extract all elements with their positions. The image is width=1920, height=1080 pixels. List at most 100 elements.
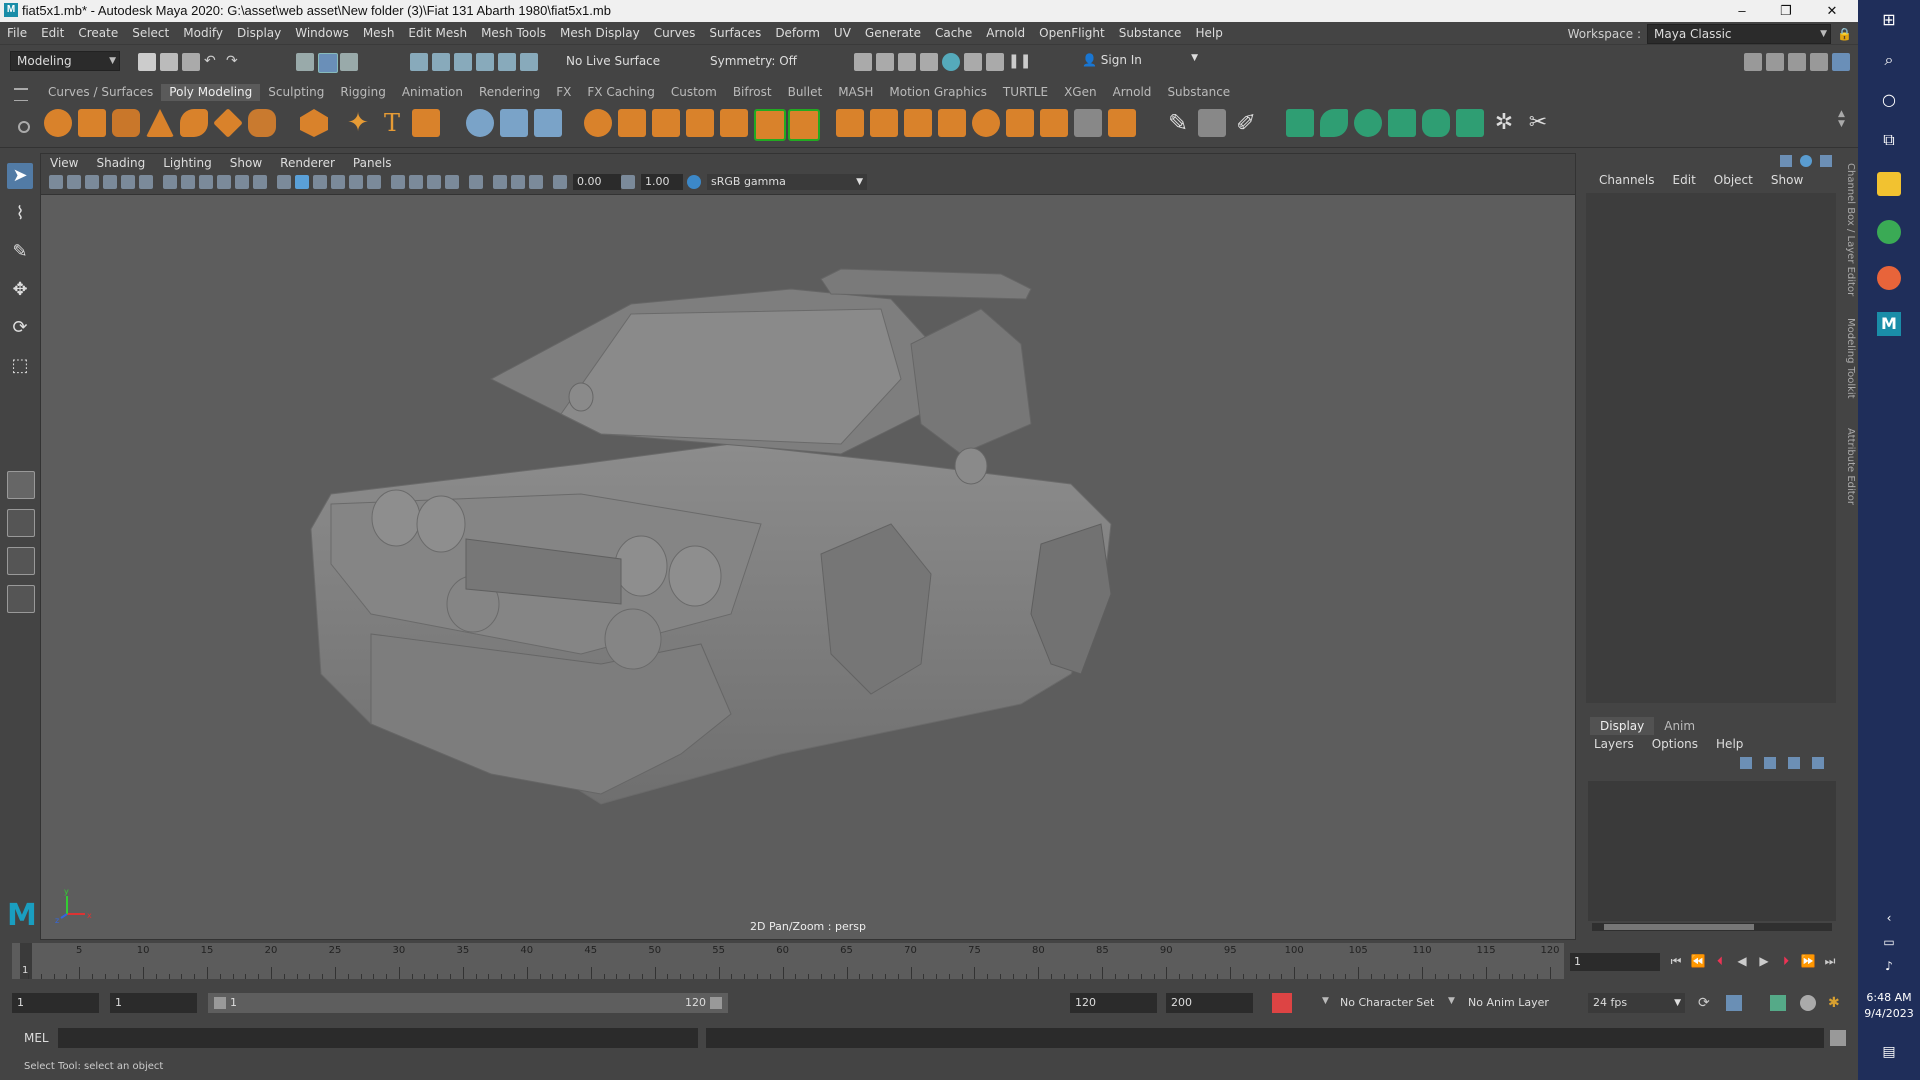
persp-outliner-layout-icon[interactable] [7, 547, 35, 575]
extrude-face-icon[interactable] [904, 109, 932, 137]
menu-help[interactable]: Help [1188, 26, 1229, 40]
workspace-dropdown[interactable]: Maya Classic ▼ [1647, 24, 1832, 44]
channel-box-menu-edit[interactable]: Edit [1664, 173, 1705, 187]
safe-action-icon[interactable] [253, 175, 267, 189]
bookmark-icon[interactable] [85, 175, 99, 189]
menu-windows[interactable]: Windows [288, 26, 356, 40]
depth-of-field-icon[interactable] [445, 175, 459, 189]
spherical-uv-icon[interactable] [1354, 109, 1382, 137]
snap-curve-icon[interactable] [432, 53, 450, 71]
file-explorer-icon[interactable] [1877, 172, 1901, 196]
exposure-icon[interactable] [553, 175, 567, 189]
shelf-tab-animation[interactable]: Animation [394, 84, 471, 101]
maya-taskbar-icon[interactable]: M [1877, 312, 1901, 336]
live-surface-label[interactable]: No Live Surface [566, 54, 660, 68]
play-forwards-icon[interactable]: ▶ [1756, 953, 1772, 969]
move-layer-down-icon[interactable] [1764, 757, 1776, 769]
playback-start-field[interactable]: 1 [110, 993, 197, 1013]
shelf-tab-arnold[interactable]: Arnold [1105, 84, 1160, 101]
undo-icon[interactable]: ↶ [204, 53, 222, 71]
step-back-frame-icon[interactable]: ⏴ [1712, 953, 1728, 969]
single-perspective-view-icon[interactable] [7, 471, 35, 499]
loop-icon[interactable]: ⟳ [1698, 995, 1714, 1011]
lasso-tool-icon[interactable]: ⌇ [7, 201, 33, 227]
menu-curves[interactable]: Curves [647, 26, 703, 40]
textured-icon[interactable] [331, 175, 345, 189]
range-slider[interactable]: 1 120 [208, 993, 728, 1013]
poly-plane-icon[interactable] [213, 108, 243, 138]
redo-icon[interactable]: ↷ [226, 53, 244, 71]
screen-space-ao-icon[interactable] [391, 175, 405, 189]
layer-scrollbar-thumb[interactable] [1604, 924, 1754, 930]
platonic-solid-icon[interactable] [300, 109, 328, 137]
cut-uv-icon[interactable]: ✂ [1524, 109, 1552, 137]
cache-playback-icon[interactable] [1726, 995, 1742, 1011]
layer-scrollbar[interactable] [1592, 923, 1832, 931]
menu-deform[interactable]: Deform [768, 26, 827, 40]
menu-mesh[interactable]: Mesh [356, 26, 402, 40]
image-plane-icon[interactable] [103, 175, 117, 189]
gate-mask-icon[interactable] [217, 175, 231, 189]
sound-icon[interactable] [1770, 995, 1786, 1011]
tab-display[interactable]: Display [1590, 717, 1655, 735]
step-forward-key-icon[interactable]: ⏩ [1800, 953, 1816, 969]
menu-set-dropdown[interactable]: Modeling ▼ [10, 51, 120, 71]
menu-edit[interactable]: Edit [34, 26, 71, 40]
script-editor-icon[interactable] [1830, 1030, 1846, 1046]
viewport-panel[interactable]: View Shading Lighting Show Renderer Pane… [40, 153, 1576, 940]
poly-cone-icon[interactable] [146, 109, 174, 137]
menu-select[interactable]: Select [125, 26, 176, 40]
poly-cylinder-icon[interactable] [112, 109, 140, 137]
shelf-tab-custom[interactable]: Custom [663, 84, 725, 101]
select-tool-icon[interactable]: ➤ [7, 163, 33, 189]
viewport-menu-show[interactable]: Show [221, 154, 271, 172]
animation-end-field[interactable]: 200 [1166, 993, 1253, 1013]
viewport-menu-shading[interactable]: Shading [87, 154, 154, 172]
render-view-icon[interactable] [854, 53, 872, 71]
sign-in-button[interactable]: 👤 Sign In ▼ [1082, 53, 1198, 71]
shelf-scroll-icon[interactable]: ▲ ▼ [1838, 109, 1848, 139]
shelf-tab-substance[interactable]: Substance [1159, 84, 1238, 101]
fps-dropdown[interactable]: 24 fps ▼ [1588, 993, 1685, 1013]
grease-pencil-icon[interactable] [139, 175, 153, 189]
wireframe-icon[interactable] [277, 175, 291, 189]
channel-box-icon[interactable] [1832, 53, 1850, 71]
shelf-tab-curves-surfaces[interactable]: Curves / Surfaces [40, 84, 161, 101]
hypershade-icon[interactable] [942, 53, 960, 71]
planar-uv-icon[interactable] [1286, 109, 1314, 137]
outliner-icon[interactable] [7, 585, 35, 613]
add-divisions-icon[interactable] [1006, 109, 1034, 137]
snap-surface-icon[interactable] [498, 53, 516, 71]
render-setup-icon[interactable] [964, 53, 982, 71]
command-language-label[interactable]: MEL [24, 1031, 49, 1045]
select-hierarchy-icon[interactable] [296, 53, 314, 71]
minimize-button[interactable]: – [1722, 0, 1762, 22]
new-scene-icon[interactable] [138, 53, 156, 71]
use-all-lights-icon[interactable] [349, 175, 363, 189]
tool-settings-icon[interactable] [1810, 53, 1828, 71]
save-scene-icon[interactable] [182, 53, 200, 71]
camera-attributes-icon[interactable] [67, 175, 81, 189]
extrude-icon[interactable] [754, 109, 786, 141]
retopologize-icon[interactable] [720, 109, 748, 137]
chevron-down-icon[interactable]: ▼ [1322, 996, 1329, 1006]
poly-sphere-icon[interactable] [44, 109, 72, 137]
new-layer-selected-icon[interactable] [1812, 757, 1824, 769]
view-transform-dropdown[interactable]: sRGB gamma ▼ [707, 174, 867, 190]
light-editor-icon[interactable] [986, 53, 1004, 71]
car-model[interactable] [41, 194, 1575, 894]
sew-uv-icon[interactable]: ✲ [1490, 109, 1518, 137]
gamma-icon[interactable] [621, 175, 635, 189]
lock-icon[interactable]: 🔒 [1837, 27, 1852, 41]
network-icon[interactable]: ▭ [1877, 930, 1901, 954]
snap-view-icon[interactable] [476, 53, 494, 71]
paint-select-tool-icon[interactable]: ✎ [7, 239, 33, 265]
pause-viewport-icon[interactable]: ❚❚ [1008, 53, 1031, 71]
shelf-tab-xgen[interactable]: XGen [1056, 84, 1105, 101]
shelf-tab-sculpting[interactable]: Sculpting [260, 84, 332, 101]
windows-start-icon[interactable]: ⊞ [1877, 8, 1901, 32]
animation-start-field[interactable]: 1 [12, 993, 99, 1013]
poly-disc-icon[interactable] [248, 109, 276, 137]
chrome-icon[interactable] [1877, 220, 1901, 244]
move-layer-up-icon[interactable] [1740, 757, 1752, 769]
